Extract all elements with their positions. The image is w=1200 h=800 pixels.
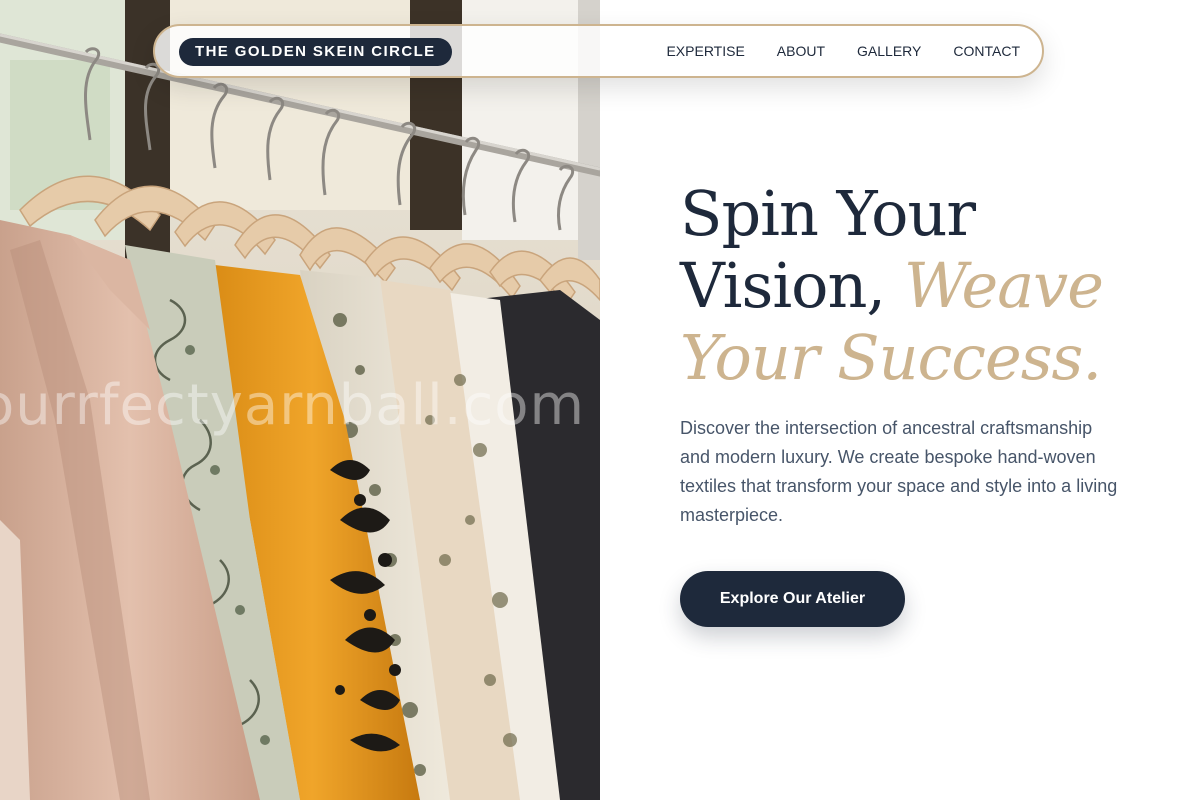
hero-image: ourrfectyarnball.com bbox=[0, 0, 600, 800]
headline-accent-success: Your Success. bbox=[680, 321, 1102, 394]
brand-logo[interactable]: THE GOLDEN SKEIN CIRCLE bbox=[179, 38, 452, 66]
explore-atelier-button[interactable]: Explore Our Atelier bbox=[680, 571, 905, 627]
nav-link-gallery[interactable]: GALLERY bbox=[857, 43, 921, 59]
image-watermark: ourrfectyarnball.com bbox=[0, 373, 586, 438]
nav-link-contact[interactable]: CONTACT bbox=[953, 43, 1020, 59]
hero-description: Discover the intersection of ancestral c… bbox=[680, 418, 1118, 525]
nav-links: EXPERTISE ABOUT GALLERY CONTACT bbox=[666, 26, 1020, 76]
headline-line-1: Spin Your bbox=[680, 177, 976, 250]
hero-headline: Spin Your Vision, Weave Your Success. bbox=[680, 178, 1180, 394]
top-navbar: THE GOLDEN SKEIN CIRCLE EXPERTISE ABOUT … bbox=[153, 24, 1044, 78]
nav-link-about[interactable]: ABOUT bbox=[777, 43, 825, 59]
nav-link-expertise[interactable]: EXPERTISE bbox=[666, 43, 744, 59]
headline-line-2: Vision, bbox=[680, 249, 904, 322]
headline-accent-weave: Weave bbox=[903, 249, 1104, 322]
